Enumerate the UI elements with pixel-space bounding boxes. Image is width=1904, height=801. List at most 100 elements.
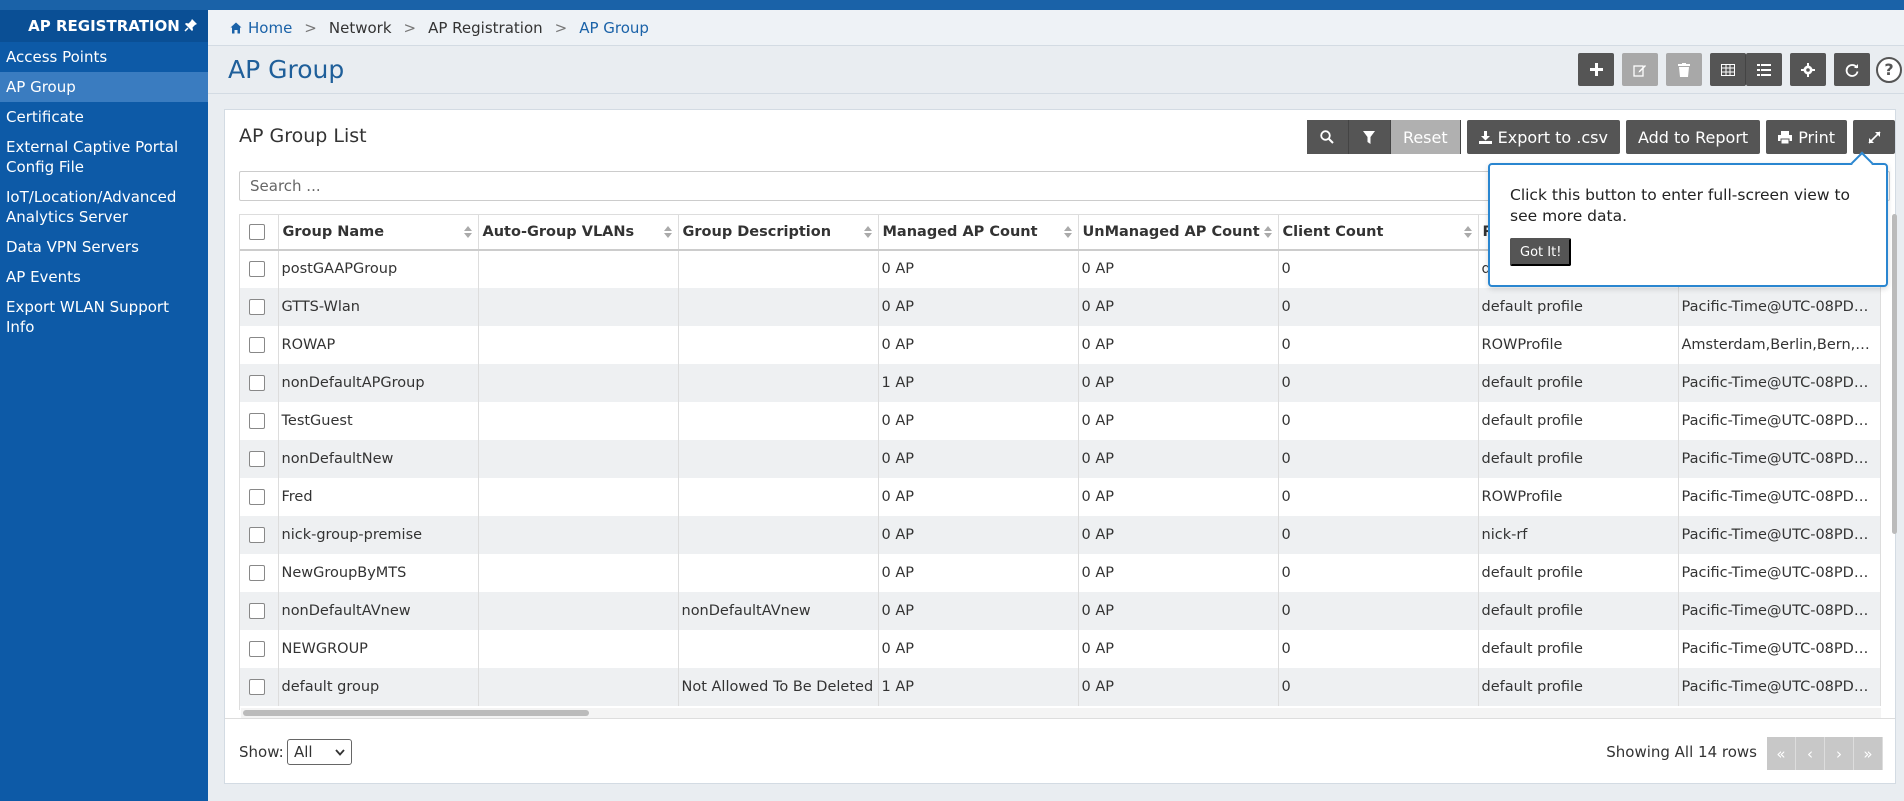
next-page-button[interactable]: ›	[1825, 737, 1854, 770]
table-cell	[478, 363, 679, 402]
table-cell: Pacific-Time@UTC-08PDT,M3...	[1678, 401, 1881, 440]
table-cell: 0 AP	[1078, 591, 1279, 630]
row-checkbox[interactable]	[249, 526, 265, 543]
export-csv-button[interactable]: Export to .csv	[1466, 120, 1620, 154]
table-cell: Amsterdam,Berlin,Bern,Rom...	[1678, 325, 1881, 364]
table-cell: Pacific-Time@UTC-08PDT,M3...	[1678, 287, 1881, 326]
sidebar-item-data-vpn-servers[interactable]: Data VPN Servers	[0, 232, 208, 262]
table-cell: 0	[1278, 249, 1479, 288]
refresh-icon	[1845, 63, 1859, 77]
row-checkbox[interactable]	[249, 564, 265, 581]
question-icon: ?	[1884, 60, 1894, 79]
table-body: postGAAPGroup 0 AP 0 AP 0 d GTTS-Wlan 0 AP 0 AP…	[240, 249, 1881, 706]
table-row[interactable]: nonDefaultAPGroup 1 AP 0 AP 0 default profil…	[240, 363, 1881, 402]
search-button[interactable]	[1306, 120, 1349, 154]
column-header-unmanaged-ap-count[interactable]: UnManaged AP Count	[1078, 214, 1279, 251]
settings-button[interactable]	[1790, 53, 1826, 86]
page-title: AP Group	[228, 55, 345, 84]
fullscreen-button[interactable]	[1853, 120, 1895, 154]
first-page-button[interactable]: «	[1767, 737, 1796, 770]
column-header-group-description[interactable]: Group Description	[678, 214, 879, 251]
row-checkbox[interactable]	[249, 640, 265, 657]
table-row[interactable]: NEWGROUP 0 AP 0 AP 0 default profile Pacific-…	[240, 629, 1881, 668]
add-button[interactable]	[1578, 53, 1614, 86]
column-header-group-name[interactable]: Group Name	[278, 214, 479, 251]
row-checkbox[interactable]	[249, 602, 265, 619]
sidebar-item-ap-group[interactable]: AP Group	[0, 72, 208, 102]
vertical-scrollbar[interactable]	[1892, 214, 1897, 534]
table-cell: 0	[1278, 553, 1479, 592]
sort-icon	[1463, 226, 1472, 238]
export-csv-label: Export to .csv	[1497, 127, 1608, 147]
row-checkbox[interactable]	[249, 336, 265, 353]
sidebar-item-ap-events[interactable]: AP Events	[0, 262, 208, 292]
row-select-cell	[240, 515, 279, 554]
row-checkbox[interactable]	[249, 488, 265, 505]
table-cell: 0 AP	[1078, 401, 1279, 440]
list-view-button[interactable]	[1746, 53, 1782, 86]
table-row[interactable]: Fred 0 AP 0 AP 0 ROWProfile Pacific-Time@UTC-…	[240, 477, 1881, 516]
table-row[interactable]: TestGuest 0 AP 0 AP 0 default profile Pacific…	[240, 401, 1881, 440]
table-cell: nonDefaultAPGroup	[278, 363, 479, 402]
refresh-button[interactable]	[1834, 53, 1870, 86]
row-checkbox[interactable]	[249, 412, 265, 429]
table-row[interactable]: ROWAP 0 AP 0 AP 0 ROWProfile Amsterdam,Berlin…	[240, 325, 1881, 364]
edit-button[interactable]	[1622, 53, 1658, 86]
filter-button[interactable]	[1348, 120, 1391, 154]
table-row[interactable]: nonDefaultNew 0 AP 0 AP 0 default profile Pac…	[240, 439, 1881, 478]
column-header-client-count[interactable]: Client Count	[1278, 214, 1479, 251]
column-label: Auto-Group VLANs	[482, 223, 635, 240]
table-cell: NEWGROUP	[278, 629, 479, 668]
title-bar: AP Group ?	[208, 46, 1904, 94]
last-page-button[interactable]: »	[1854, 737, 1883, 770]
help-button[interactable]: ?	[1876, 56, 1902, 83]
sidebar-item-iot-location-server[interactable]: IoT/Location/Advanced Analytics Server	[0, 182, 208, 232]
row-select-cell	[240, 363, 279, 402]
row-select-cell	[240, 439, 279, 478]
row-checkbox[interactable]	[249, 678, 265, 695]
column-header-auto-group-vlans[interactable]: Auto-Group VLANs	[478, 214, 679, 251]
table-row[interactable]: nonDefaultAVnew nonDefaultAVnew 0 AP 0 AP 0 d…	[240, 591, 1881, 630]
delete-button[interactable]	[1666, 53, 1702, 86]
table-cell: 0 AP	[1078, 249, 1279, 288]
sidebar-item-export-wlan-support[interactable]: Export WLAN Support Info	[0, 292, 208, 342]
sidebar-nav: Access Points AP Group Certificate Exter…	[0, 42, 208, 342]
row-checkbox[interactable]	[249, 298, 265, 315]
pin-icon[interactable]	[184, 18, 198, 32]
table-cell: 0 AP	[878, 553, 1079, 592]
table-row[interactable]: NewGroupByMTS 0 AP 0 AP 0 default profile Pac…	[240, 553, 1881, 592]
page-size-select[interactable]: All	[287, 739, 352, 765]
table-cell	[678, 553, 879, 592]
row-checkbox[interactable]	[249, 374, 265, 391]
sidebar-item-certificate[interactable]: Certificate	[0, 102, 208, 132]
page-size-value: All	[294, 743, 313, 761]
table-row[interactable]: nick-group-premise 0 AP 0 AP 0 nick-rf Pacifi…	[240, 515, 1881, 554]
got-it-button[interactable]: Got It!	[1510, 238, 1572, 266]
horizontal-scrollbar[interactable]	[241, 708, 1881, 718]
table-cell	[678, 401, 879, 440]
table-cell: 0 AP	[1078, 553, 1279, 592]
table-row[interactable]: default group Not Allowed To Be Deleted 1 …	[240, 667, 1881, 706]
table-cell: Pacific-Time@UTC-08PDT,M3...	[1678, 477, 1881, 516]
horizontal-scrollbar-thumb[interactable]	[243, 710, 589, 716]
add-to-report-button[interactable]: Add to Report	[1625, 120, 1761, 154]
ap-group-table: Group Name Auto-Group VLANs Group Descri…	[240, 214, 1881, 706]
breadcrumb-home[interactable]: Home	[248, 19, 292, 37]
table-cell: 0	[1278, 401, 1479, 440]
prev-page-button[interactable]: ‹	[1796, 737, 1825, 770]
print-button[interactable]: Print	[1766, 120, 1847, 154]
row-checkbox[interactable]	[249, 261, 265, 277]
table-row[interactable]: GTTS-Wlan 0 AP 0 AP 0 default profile Pacific…	[240, 287, 1881, 326]
breadcrumb-ap-registration[interactable]: AP Registration	[428, 19, 543, 37]
sidebar-item-external-captive-portal[interactable]: External Captive Portal Config File	[0, 132, 208, 182]
table-cell: 0 AP	[878, 629, 1079, 668]
sidebar-item-access-points[interactable]: Access Points	[0, 42, 208, 72]
breadcrumb-network[interactable]: Network	[329, 19, 392, 37]
select-all-checkbox[interactable]	[249, 223, 265, 240]
row-checkbox[interactable]	[249, 450, 265, 467]
reset-button[interactable]: Reset	[1390, 120, 1461, 154]
sidebar-header: AP REGISTRATION	[0, 10, 208, 42]
table-cell: Pacific-Time@UTC-08PDT,M3...	[1678, 515, 1881, 554]
table-view-button[interactable]	[1710, 53, 1746, 86]
column-header-managed-ap-count[interactable]: Managed AP Count	[878, 214, 1079, 251]
